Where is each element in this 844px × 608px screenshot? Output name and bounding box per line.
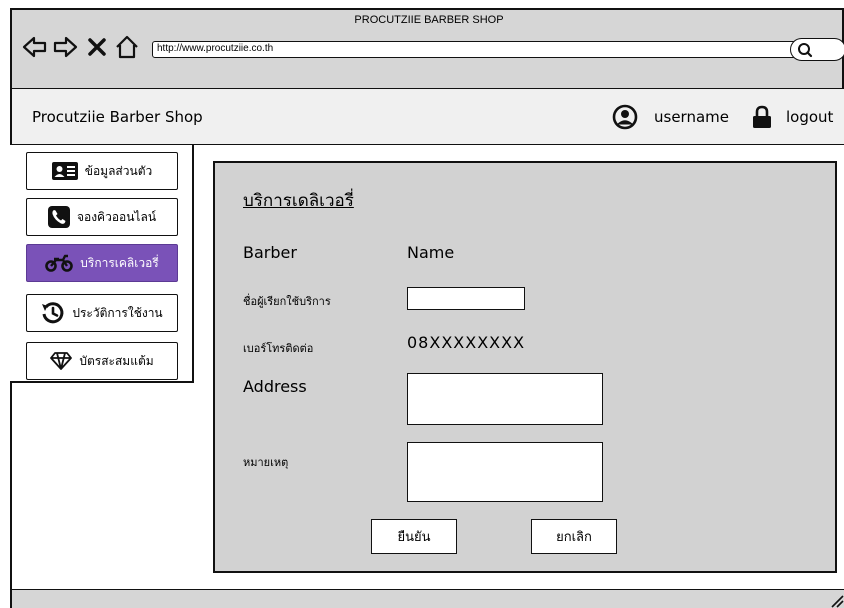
logout-link[interactable]: logout [786,108,833,126]
sidebar-item-booking[interactable]: จองคิวออนไลน์ [26,198,178,236]
address-label: Address [243,377,307,396]
back-arrow-icon[interactable] [22,34,48,60]
phone-value: 08XXXXXXXX [407,333,526,352]
sidebar-item-label: ประวัติการใช้งาน [72,305,163,320]
delivery-form-panel: บริการเดลิเวอรี่ Barber Name ชื่อผู้เรีย… [213,161,837,573]
phone-icon [47,206,70,228]
form-title: บริการเดลิเวอรี่ [243,191,354,211]
footer-bar [10,589,844,608]
window-title: PROCUTZIIE BARBER SHOP [354,14,504,26]
sidebar-item-history[interactable]: ประวัติการใช้งาน [26,294,178,332]
note-input[interactable] [407,442,603,502]
app-header: Procutziie Barber Shop username logout [10,88,844,145]
customer-name-label: ชื่อผู้เรียกใช้บริการ [243,295,331,308]
customer-name-input[interactable] [407,287,525,310]
sidebar-item-label: บริการเคลิเวอรี่ [80,255,159,270]
cancel-button[interactable]: ยกเลิก [531,519,617,554]
id-card-icon [51,162,78,180]
barber-label: Barber [243,243,297,262]
sidebar-item-points-card[interactable]: บัตรสะสมแต้ม [26,342,178,380]
user-icon[interactable] [612,104,638,130]
confirm-button[interactable]: ยืนยัน [371,519,457,554]
sidebar-item-label: จองคิวออนไลน์ [76,209,157,224]
sidebar-item-label: บัตรสะสมแต้ม [79,353,154,368]
diamond-icon [50,352,73,370]
sidebar-item-profile[interactable]: ข้อมูลส่วนตัว [26,152,178,190]
history-icon [42,302,64,324]
sidebar: ข้อมูลส่วนตัว จองคิวออนไลน์ บริการเคลิเว… [10,145,194,383]
username-link[interactable]: username [654,108,729,126]
app-title: Procutziie Barber Shop [32,108,203,126]
home-icon[interactable] [114,34,140,60]
forward-arrow-icon[interactable] [52,34,78,60]
address-input[interactable] [407,373,603,425]
url-text: http://www.procutziie.co.th [157,43,274,54]
motorcycle-icon [45,254,74,272]
url-bar[interactable]: http://www.procutziie.co.th [152,41,796,58]
close-icon[interactable] [84,34,110,60]
search-icon [798,43,813,58]
lock-icon[interactable] [751,105,773,129]
sidebar-item-label: ข้อมูลส่วนตัว [84,163,153,178]
sidebar-item-delivery[interactable]: บริการเคลิเวอรี่ [26,244,178,282]
browser-chrome: PROCUTZIIE BARBER SHOP http://www.procut… [10,8,844,89]
phone-label: เบอร์โทรติดต่อ [243,342,314,355]
resize-grip-icon[interactable] [830,594,844,608]
barber-value: Name [407,243,455,262]
browser-search-box[interactable] [790,38,844,61]
note-label: หมายเหตุ [243,456,289,469]
